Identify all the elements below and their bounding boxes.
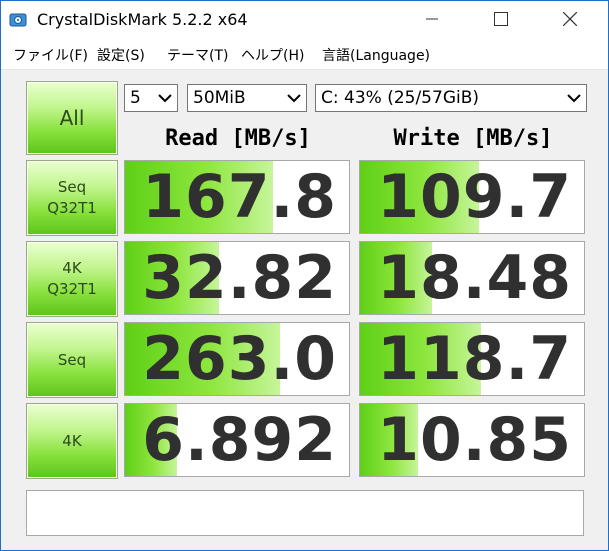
maximize-button[interactable] bbox=[478, 1, 524, 37]
read-value: 6.892 bbox=[142, 405, 337, 475]
comment-field[interactable] bbox=[26, 490, 584, 536]
write-value: 18.48 bbox=[377, 243, 572, 313]
write-value: 109.7 bbox=[377, 162, 572, 232]
4k-write-cell: 10.85 bbox=[359, 403, 585, 477]
seq-button[interactable]: Seq bbox=[26, 322, 118, 398]
menu-language[interactable]: 言語(Language) bbox=[322, 45, 430, 65]
test-label-line1: 4K bbox=[62, 431, 82, 450]
test-label-line1: 4K bbox=[62, 259, 82, 277]
4k-q32t1-write-cell: 18.48 bbox=[359, 241, 585, 315]
chevron-down-icon bbox=[158, 94, 172, 103]
menu-theme[interactable]: テーマ(T) bbox=[167, 45, 228, 65]
4k-q32t1-read-cell: 32.82 bbox=[124, 241, 350, 315]
read-value: 167.8 bbox=[142, 162, 337, 232]
4k-read-cell: 6.892 bbox=[124, 403, 350, 477]
read-value: 32.82 bbox=[142, 243, 337, 313]
all-button[interactable]: All bbox=[26, 81, 118, 155]
seq-read-cell: 263.0 bbox=[124, 322, 350, 396]
menu-help[interactable]: ヘルプ(H) bbox=[241, 45, 304, 65]
write-value: 118.7 bbox=[377, 324, 572, 394]
maximize-icon bbox=[494, 12, 508, 26]
seq-q32t1-write-cell: 109.7 bbox=[359, 160, 585, 234]
test-size-value: 50MiB bbox=[193, 88, 246, 108]
minimize-icon bbox=[426, 18, 438, 20]
test-size-select[interactable]: 50MiB bbox=[187, 84, 307, 112]
all-button-label: All bbox=[59, 105, 85, 130]
window-title: CrystalDiskMark 5.2.2 x64 bbox=[37, 10, 248, 29]
test-label-line2: Q32T1 bbox=[47, 280, 97, 298]
menu-bar: ファイル(F) 設定(S) テーマ(T) ヘルプ(H) 言語(Language) bbox=[1, 39, 608, 70]
test-label-line2: Q32T1 bbox=[47, 199, 97, 217]
read-header: Read [MB/s] bbox=[165, 126, 311, 151]
chevron-down-icon bbox=[287, 94, 301, 103]
seq-write-cell: 118.7 bbox=[359, 322, 585, 396]
write-value: 10.85 bbox=[377, 405, 572, 475]
test-label-line1: Seq bbox=[57, 350, 87, 369]
seq-q32t1-button[interactable]: Seq Q32T1 bbox=[26, 160, 118, 236]
drive-value: C: 43% (25/57GiB) bbox=[321, 88, 480, 108]
menu-settings[interactable]: 設定(S) bbox=[97, 45, 145, 65]
test-label-line1: Seq bbox=[57, 178, 87, 196]
seq-q32t1-read-cell: 167.8 bbox=[124, 160, 350, 234]
close-button[interactable] bbox=[547, 1, 593, 37]
4k-button[interactable]: 4K bbox=[26, 403, 118, 479]
title-bar[interactable]: CrystalDiskMark 5.2.2 x64 bbox=[1, 1, 608, 39]
test-count-value: 5 bbox=[130, 88, 141, 108]
read-value: 263.0 bbox=[142, 324, 337, 394]
menu-file[interactable]: ファイル(F) bbox=[13, 45, 88, 65]
drive-select[interactable]: C: 43% (25/57GiB) bbox=[315, 84, 587, 112]
write-header: Write [MB/s] bbox=[393, 126, 553, 151]
app-disk-icon bbox=[9, 13, 27, 27]
minimize-button[interactable] bbox=[409, 1, 455, 37]
4k-q32t1-button[interactable]: 4K Q32T1 bbox=[26, 241, 118, 317]
chevron-down-icon bbox=[567, 94, 581, 103]
close-icon bbox=[563, 12, 577, 26]
test-count-select[interactable]: 5 bbox=[124, 84, 178, 112]
